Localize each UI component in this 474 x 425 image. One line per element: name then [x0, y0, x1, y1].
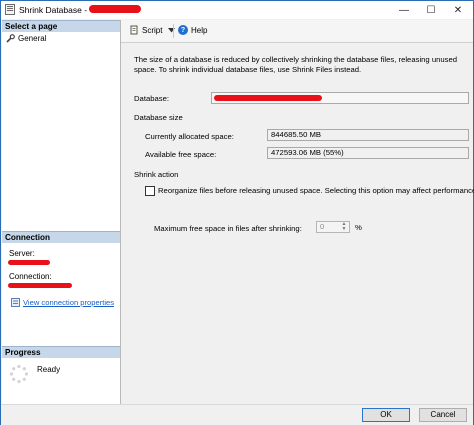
progress-spinner-icon [9, 364, 29, 384]
progress-header: Progress [2, 346, 120, 358]
ok-button[interactable]: OK [362, 408, 410, 422]
title-bar: Shrink Database - — ☐ ✕ [1, 1, 473, 19]
allocated-space-value: 844685.50 MB [267, 129, 469, 141]
select-page-header: Select a page [2, 20, 120, 32]
chevron-down-icon[interactable] [168, 27, 176, 33]
page-item-label: General [18, 34, 47, 43]
database-size-label: Database size [134, 113, 183, 122]
redacted-server [8, 260, 50, 265]
redacted-connection [8, 283, 72, 288]
properties-icon [11, 298, 20, 307]
reorganize-label: Reorganize files before releasing unused… [158, 186, 474, 195]
server-label: Server: [9, 249, 35, 258]
script-button[interactable]: Script [129, 25, 176, 35]
help-label: Help [191, 25, 208, 35]
window-title: Shrink Database - [19, 5, 88, 15]
database-icon [5, 4, 15, 15]
free-space-label: Available free space: [145, 150, 217, 159]
connection-label: Connection: [9, 272, 52, 281]
close-icon: ✕ [453, 4, 463, 16]
max-free-space-label: Maximum free space in files after shrink… [154, 224, 302, 233]
maximize-button[interactable]: ☐ [417, 1, 445, 19]
left-panel: Select a page General Connection Server:… [2, 20, 121, 404]
close-button[interactable]: ✕ [444, 1, 472, 19]
max-free-space-stepper[interactable]: 0 ▲ ▼ [316, 221, 350, 233]
maximize-icon: ☐ [426, 4, 436, 16]
free-space-value: 472593.06 MB (55%) [267, 147, 469, 159]
help-button[interactable]: ? Help [178, 25, 207, 35]
script-label: Script [142, 25, 163, 35]
view-connection-properties-link[interactable]: View connection properties [11, 298, 114, 307]
reorganize-checkbox[interactable] [145, 186, 155, 196]
progress-status: Ready [37, 365, 61, 374]
shrink-database-dialog: Shrink Database - — ☐ ✕ Select a page Ge… [0, 0, 474, 425]
main-panel: Script ? Help The size of a database is … [121, 20, 474, 404]
cancel-button[interactable]: Cancel [419, 408, 467, 422]
database-label: Database: [134, 94, 170, 103]
redacted-database [214, 95, 322, 101]
minimize-button[interactable]: — [390, 1, 418, 19]
minimize-icon: — [399, 4, 409, 16]
connection-header: Connection [2, 231, 120, 243]
toolbar: Script ? Help [121, 20, 473, 43]
redacted-database-name [89, 5, 141, 13]
wrench-icon [6, 34, 15, 43]
shrink-action-label: Shrink action [134, 170, 179, 179]
percent-unit: % [355, 223, 362, 232]
toolbar-separator [173, 24, 174, 38]
script-icon [130, 25, 138, 35]
description-text: The size of a database is reduced by col… [134, 55, 458, 74]
allocated-space-label: Currently allocated space: [145, 132, 234, 141]
button-bar: OK Cancel [1, 404, 473, 425]
help-icon: ? [178, 25, 188, 35]
max-free-space-value: 0 [320, 222, 325, 231]
page-item-general[interactable]: General [6, 34, 46, 43]
view-connection-label: View connection properties [23, 298, 115, 307]
stepper-arrows-icon[interactable]: ▲ ▼ [340, 222, 348, 232]
